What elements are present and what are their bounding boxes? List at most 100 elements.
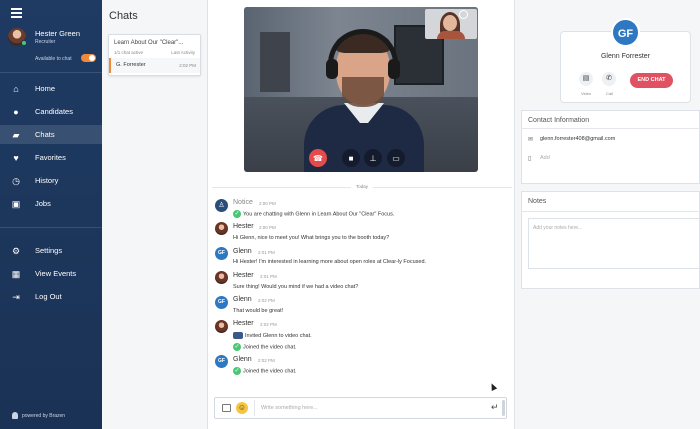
headphone-left [326,59,338,79]
nav-item-favorites[interactable]: ♥ Favorites [0,148,102,167]
nav-item-view-events[interactable]: ▦ View Events [0,264,102,283]
message-sender: Glenn [233,296,252,303]
check-icon: ✓ [233,343,241,351]
message-time: 2:01 PM [260,274,277,279]
powered-by: powered by Brazen [22,413,66,419]
self-view-body [437,31,465,39]
chat-participant-name: G. Forrester [116,62,146,68]
gear-icon: ⚙ [11,245,21,256]
online-status-indicator [21,40,27,46]
pip-toggle-icon[interactable] [459,10,468,19]
nav-label: Log Out [35,292,62,301]
send-icon[interactable]: ↵ [491,402,499,413]
end-call-button[interactable]: ☎ [309,149,327,167]
chat-time: 2:02 PM [179,63,196,68]
camera-toggle-button[interactable]: ■ [342,149,360,167]
message-time: 2:00 PM [259,225,276,230]
history-icon: ◷ [12,175,20,186]
mic-toggle-button[interactable]: ⊥ [364,149,382,167]
message-text: That would be great! [233,308,284,314]
voice-call-button[interactable]: ✆ [602,72,616,86]
message-text: Sure thing! Would you mind if we had a v… [233,284,359,290]
nav-label: Chats [35,130,55,139]
check-icon: ✓ [233,367,241,375]
video-person-beard [342,77,384,107]
availability-toggle[interactable] [81,54,96,62]
video-shelf [260,32,290,92]
nav-item-chats[interactable]: ▰ Chats [0,125,102,144]
emoji-icon[interactable]: ☺ [236,402,248,414]
call-label: Call [606,91,613,96]
nav-label: Settings [35,246,63,255]
contact-email[interactable]: glenn.forrester408@gmail.com [540,136,615,142]
message-text: ✓ Joined the video chat. [233,343,297,351]
notes-placeholder: Add your notes here... [533,225,583,231]
message-text: ✓ You are chatting with Glenn in Learn Ab… [233,210,395,218]
nav-label: Candidates [35,107,73,116]
divider [521,211,700,212]
message-text: Hi Glenn, nice to meet you! What brings … [233,235,390,241]
nav-item-history[interactable]: ◷ History [0,171,102,190]
nav-label: Home [35,84,56,93]
message-time: 2:02 PM [258,358,275,363]
brazen-logo-icon [12,412,18,419]
contact-name: Glenn Forrester [600,53,651,60]
message-input[interactable]: Write something here... [261,405,318,411]
nav-item-candidates[interactable]: ● Candidates [0,102,102,121]
message-time: 2:01 PM [258,250,275,255]
video-call-button[interactable]: ▤ [579,72,593,86]
avatar [215,271,228,284]
nav-label: History [35,176,59,185]
camera-icon: ■ [348,153,354,163]
check-icon: ✓ [233,210,241,218]
note-icon[interactable] [222,404,231,412]
user-role: Recruiter [35,39,56,45]
date-divider: Today [351,184,374,189]
message-sender: Hester [233,223,254,230]
nav-label: Jobs [35,199,51,208]
message-text: ✓ Joined the video chat. [233,367,297,375]
message-time: 2:02 PM [258,298,275,303]
video-label: Video [581,91,592,96]
divider [0,227,102,228]
microphone-icon: ⊥ [369,153,377,163]
nav-item-home[interactable]: ⌂ Home [0,79,102,98]
contact-avatar: GF [611,18,640,47]
input-scrollbar[interactable] [502,400,505,416]
phone-icon: ▯ [528,156,532,162]
video-chat-icon: ▤ [582,75,590,82]
nav-label: Favorites [35,153,66,162]
chat-list-item[interactable]: G. Forrester 2:02 PM [109,58,200,73]
avatar: GF [215,355,228,368]
self-view-video[interactable] [425,9,477,39]
home-icon: ⌂ [13,83,19,94]
user-name: Hester Green [35,29,81,38]
message-text: Hi Hester! I'm interested in learning mo… [233,259,427,265]
message-sender: Notice [233,199,253,206]
availability-label: Available to chat [35,56,72,62]
contact-info-title: Contact Information [528,117,590,124]
avatar [215,320,228,333]
nav-item-log-out[interactable]: ⇥ Log Out [0,287,102,306]
calendar-icon: ▦ [11,268,21,279]
briefcase-icon: ▣ [11,198,21,209]
message-sender: Hester [233,320,254,327]
nav-item-settings[interactable]: ⚙ Settings [0,241,102,260]
email-icon: ✉ [528,137,534,143]
divider [0,72,102,73]
nav-item-jobs[interactable]: ▣ Jobs [0,194,102,213]
end-chat-button[interactable]: END CHAT [630,73,673,88]
add-phone-link[interactable]: Add [540,155,550,161]
headphone-right [388,59,400,79]
notice-avatar: ♙ [215,199,228,212]
logout-icon: ⇥ [12,291,20,302]
input-separator [254,400,255,416]
message-time: 2:02 PM [260,322,277,327]
user-icon: ● [13,106,19,117]
screen-share-button[interactable]: ▭ [387,149,405,167]
chat-group-card[interactable]: Learn About Our "Clear"... 1/1 chat acti… [108,34,201,76]
sidebar: Hester Green Recruiter Available to chat… [0,0,102,429]
screen-share-icon: ▭ [392,153,400,163]
menu-icon[interactable] [11,8,22,20]
notes-title: Notes [528,198,547,205]
